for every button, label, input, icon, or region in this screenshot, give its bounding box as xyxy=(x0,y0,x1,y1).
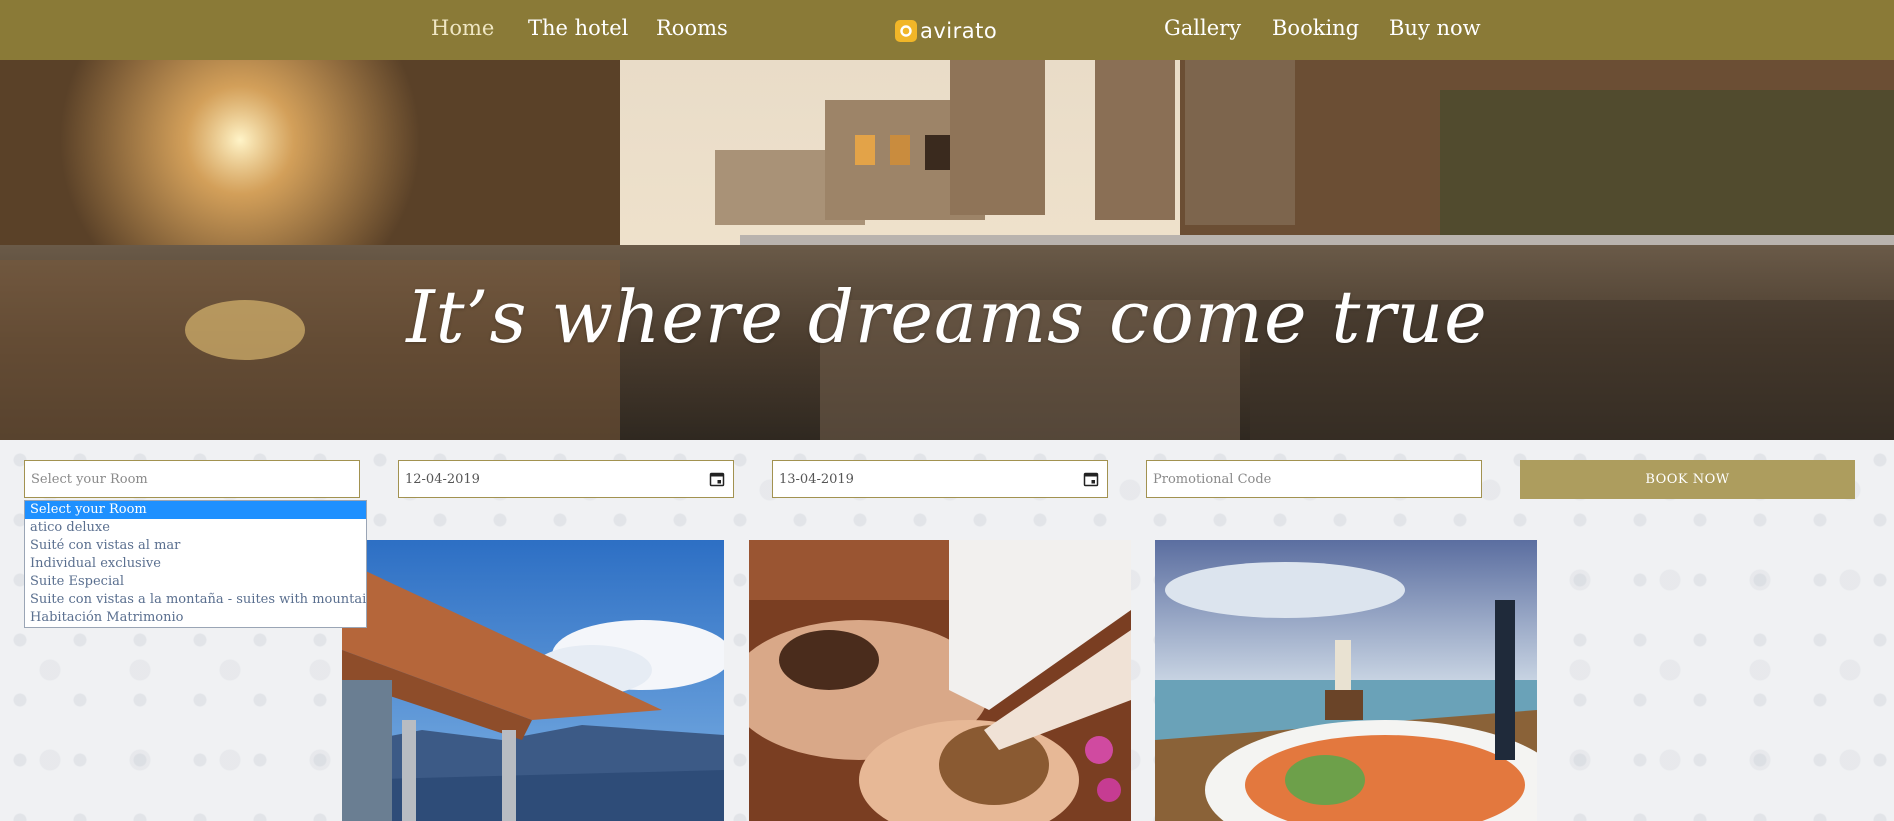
room-select[interactable]: Select your Room xyxy=(24,460,360,498)
checkout-date-value: 13-04-2019 xyxy=(779,472,854,487)
nav-the-hotel[interactable]: The hotel xyxy=(528,16,628,40)
room-option[interactable]: Select your Room xyxy=(25,501,366,519)
nav-buy-now[interactable]: Buy now xyxy=(1389,16,1481,40)
room-option[interactable]: Habitación Matrimonio xyxy=(25,609,366,627)
top-navigation-bar: Home The hotel Rooms avirato Gallery Boo… xyxy=(0,0,1894,60)
hero-image xyxy=(0,60,1894,440)
room-select-value: Select your Room xyxy=(31,472,148,487)
calendar-icon[interactable] xyxy=(1083,471,1099,487)
hero-banner: It’s where dreams come true xyxy=(0,60,1894,440)
room-option[interactable]: Suite con vistas a la montaña - suites w… xyxy=(25,591,366,609)
checkout-date-input[interactable]: 13-04-2019 xyxy=(772,460,1108,498)
logo-text: avirato xyxy=(920,19,998,43)
spa-massage-image xyxy=(749,540,1131,821)
avirato-logo-icon xyxy=(895,20,917,42)
nav-booking[interactable]: Booking xyxy=(1272,16,1359,40)
nav-gallery[interactable]: Gallery xyxy=(1164,16,1241,40)
feature-card-restaurant[interactable] xyxy=(1155,540,1537,821)
room-option[interactable]: Suite Especial xyxy=(25,573,366,591)
room-select-dropdown: Select your Room atico deluxe Suité con … xyxy=(24,500,367,628)
feature-card-rooms[interactable] xyxy=(342,540,724,821)
feature-card-spa[interactable] xyxy=(749,540,1131,821)
book-now-button[interactable]: BOOK NOW xyxy=(1520,460,1855,499)
brand-logo[interactable]: avirato xyxy=(895,18,997,44)
nav-rooms[interactable]: Rooms xyxy=(656,16,728,40)
nav-home[interactable]: Home xyxy=(431,16,494,40)
promo-code-input[interactable]: Promotional Code xyxy=(1146,460,1482,498)
hero-title: It’s where dreams come true xyxy=(406,275,1488,359)
calendar-icon[interactable] xyxy=(709,471,725,487)
seafood-plate-image xyxy=(1155,540,1537,821)
checkin-date-input[interactable]: 12-04-2019 xyxy=(398,460,734,498)
room-option[interactable]: Suité con vistas al mar xyxy=(25,537,366,555)
roof-mountain-image xyxy=(342,540,724,821)
promo-code-placeholder: Promotional Code xyxy=(1153,472,1272,487)
room-option[interactable]: Individual exclusive xyxy=(25,555,366,573)
checkin-date-value: 12-04-2019 xyxy=(405,472,480,487)
room-option[interactable]: atico deluxe xyxy=(25,519,366,537)
